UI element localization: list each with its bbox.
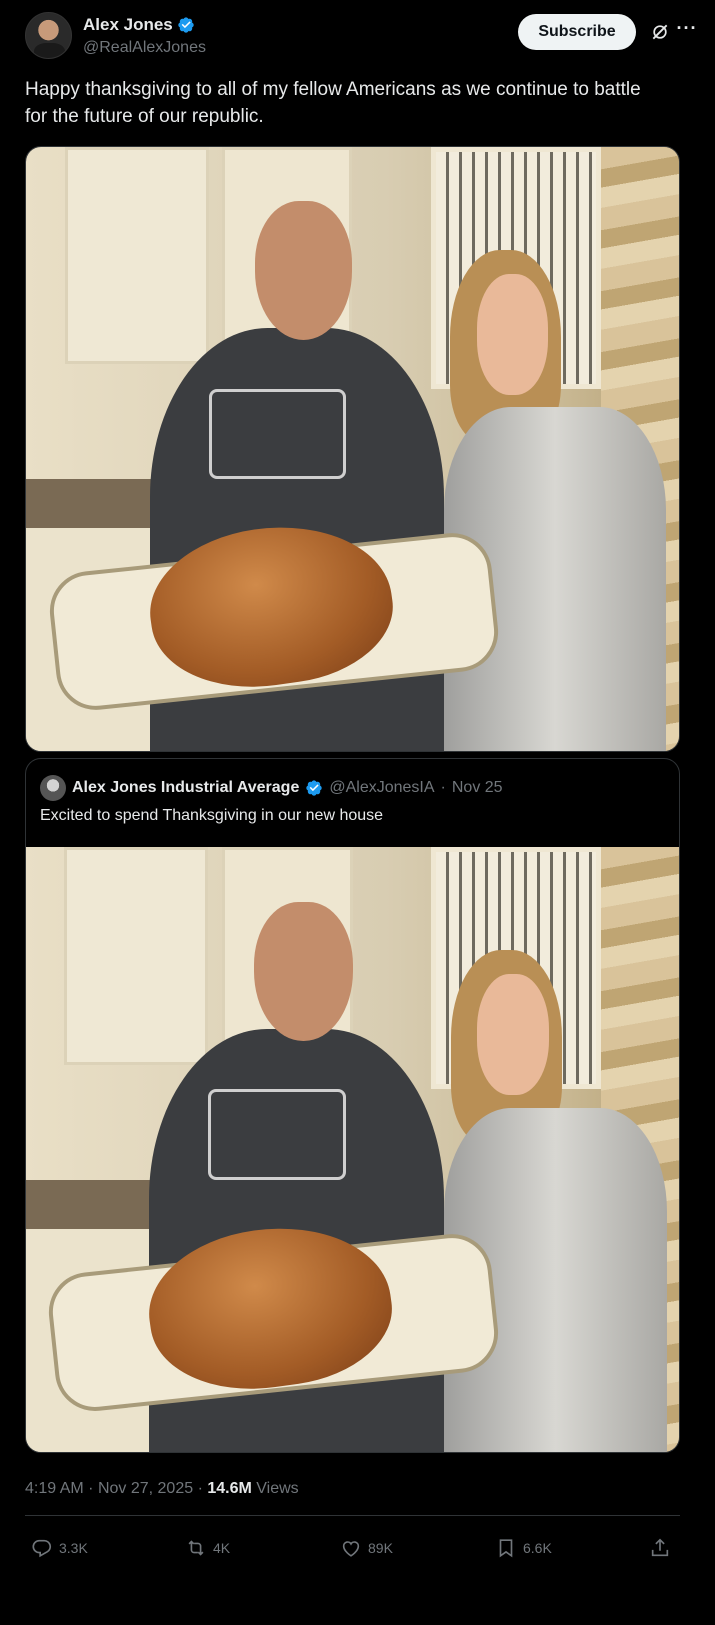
tweet-header: Alex Jones @RealAlexJones Subscribe ···: [25, 12, 696, 62]
author-avatar[interactable]: [25, 12, 72, 59]
quoted-tweet-photo[interactable]: [26, 847, 679, 1452]
repost-icon: [188, 1540, 204, 1556]
bookmark-icon: [499, 1539, 513, 1558]
repost-button[interactable]: 4K: [185, 1528, 230, 1568]
grok-icon[interactable]: [650, 22, 670, 42]
share-button[interactable]: [649, 1528, 671, 1568]
verified-badge-icon: [178, 17, 194, 33]
share-icon: [651, 1538, 669, 1557]
views-count: 14.6M: [207, 1480, 252, 1497]
tweet-text: Happy thanksgiving to all of my fellow A…: [25, 79, 641, 127]
tweet-date[interactable]: Nov 27, 2025: [98, 1480, 193, 1497]
timestamp-separator: ·: [197, 1480, 203, 1497]
reply-count: 3.3K: [59, 1540, 88, 1556]
tweet-timestamp: 4:19 AM · Nov 27, 2025 · 14.6M Views: [25, 1480, 299, 1498]
author-name-row: Alex Jones: [83, 15, 195, 35]
bookmark-count: 6.6K: [523, 1540, 552, 1556]
repost-count: 4K: [213, 1540, 231, 1556]
quoted-tweet-text: Excited to spend Thanksgiving in our new…: [40, 807, 384, 824]
like-icon: [342, 1541, 360, 1557]
quoted-tweet[interactable]: Alex Jones Industrial Average @AlexJones…: [25, 758, 680, 1453]
reply-button[interactable]: 3.3K: [31, 1528, 88, 1568]
tweet-photo[interactable]: [25, 146, 680, 752]
quoted-date: Nov 25: [451, 779, 503, 796]
views-label: Views: [256, 1480, 299, 1497]
quoted-author-name: Alex Jones Industrial Average: [72, 779, 300, 796]
divider: [25, 1515, 680, 1516]
quoted-author-handle: @AlexJonesIA: [329, 779, 435, 796]
photo-content: [26, 847, 679, 1452]
more-icon[interactable]: ···: [675, 18, 699, 42]
subscribe-button[interactable]: Subscribe: [518, 14, 636, 50]
photo-content: [26, 147, 679, 751]
like-button[interactable]: 89K: [340, 1528, 393, 1568]
bookmark-button[interactable]: 6.6K: [495, 1528, 552, 1568]
verified-badge-icon: [306, 780, 323, 796]
quoted-tweet-header: Alex Jones Industrial Average @AlexJones…: [40, 775, 503, 801]
author-name[interactable]: Alex Jones: [83, 15, 173, 35]
reply-icon: [32, 1539, 52, 1558]
action-bar: 3.3K 4K 89K 6.6K: [25, 1528, 690, 1572]
like-count: 89K: [368, 1540, 393, 1556]
quoted-separator: ·: [440, 779, 446, 796]
timestamp-separator: ·: [88, 1480, 94, 1497]
tweet-time[interactable]: 4:19 AM: [25, 1480, 84, 1497]
author-handle[interactable]: @RealAlexJones: [83, 39, 206, 57]
quoted-author-avatar: [40, 775, 66, 801]
